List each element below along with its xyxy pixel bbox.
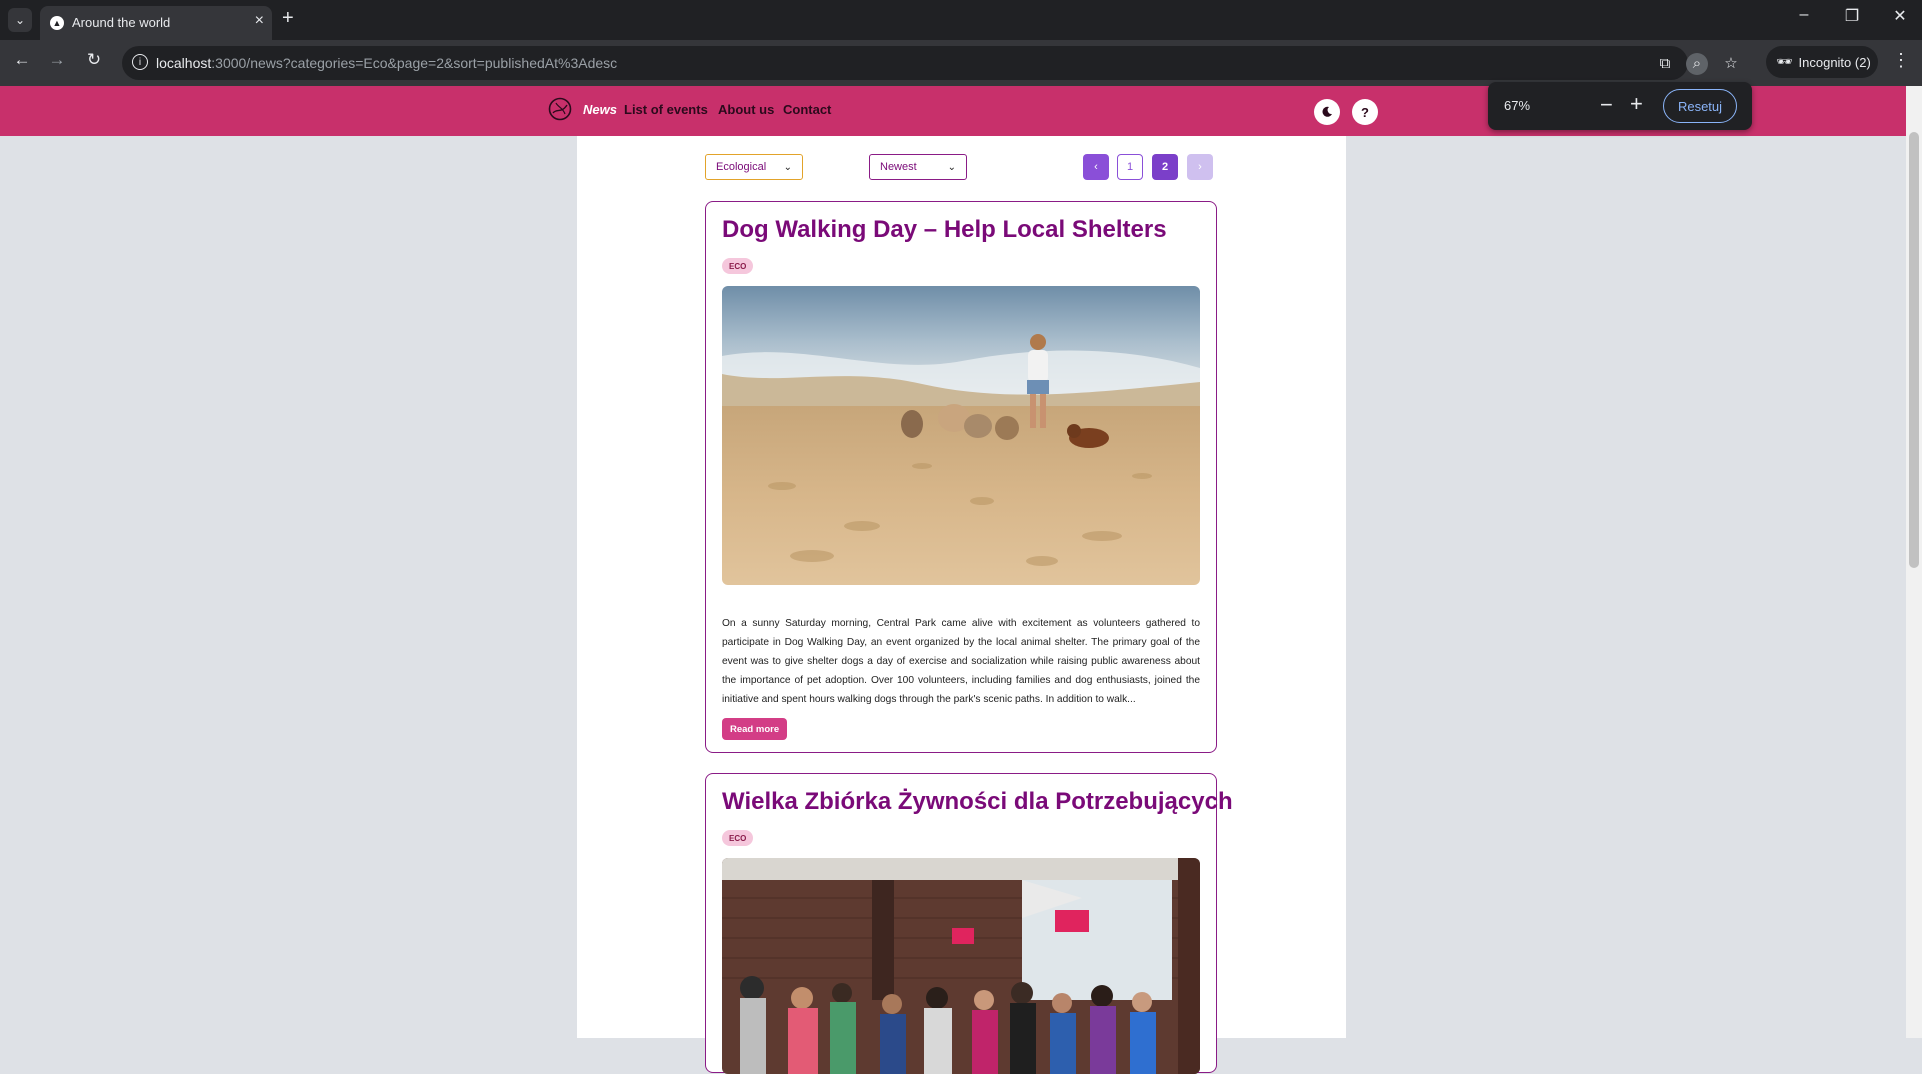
news-content-panel: Ecological ⌄ Newest ⌄ ‹ 1 2 › Dog Walkin…: [577, 136, 1346, 1074]
help-button[interactable]: ?: [1352, 99, 1378, 125]
address-bar[interactable]: i localhost:3000/news?categories=Eco&pag…: [122, 46, 1738, 80]
zoom-popup: 67% − + Resetuj: [1488, 82, 1752, 130]
new-tab-plus-icon[interactable]: +: [282, 7, 294, 30]
category-badge: ECO: [722, 258, 754, 274]
url-path: :3000/news?categories=Eco&page=2&sort=pu…: [211, 55, 618, 71]
bookmark-star-icon[interactable]: ☆: [1720, 53, 1742, 75]
category-badge: ECO: [722, 830, 754, 846]
site-favicon-icon: ▲: [50, 16, 64, 30]
restore-window-icon[interactable]: ❐: [1832, 6, 1872, 26]
back-arrow-icon[interactable]: ←: [10, 50, 34, 70]
nav-list-of-events[interactable]: List of events: [624, 102, 708, 117]
article-image-beach-dogs[interactable]: [722, 286, 1200, 585]
minimize-icon[interactable]: –: [1784, 6, 1824, 24]
globe-logo-icon[interactable]: [548, 97, 572, 121]
category-select-value: Ecological: [716, 161, 767, 173]
pagination-page-1[interactable]: 1: [1117, 154, 1143, 180]
beach-dogs-photo: [722, 286, 1200, 585]
site-info-icon[interactable]: i: [132, 54, 148, 70]
browser-tab-bar: ⌄ ▲ Around the world × + – ❐ ✕: [0, 0, 1922, 40]
forward-arrow-icon[interactable]: →: [45, 50, 69, 70]
incognito-label: Incognito (2): [1798, 54, 1871, 70]
reload-icon[interactable]: ↻: [82, 50, 106, 70]
close-window-icon[interactable]: ✕: [1880, 6, 1920, 26]
scrollbar-thumb[interactable]: [1909, 132, 1919, 568]
dark-mode-toggle[interactable]: [1314, 99, 1340, 125]
nav-contact[interactable]: Contact: [783, 102, 831, 117]
nav-news[interactable]: News: [583, 102, 617, 117]
browser-toolbar: ← → ↻ i localhost:3000/news?categories=E…: [0, 40, 1922, 86]
sort-select[interactable]: Newest ⌄: [869, 154, 967, 180]
translate-icon[interactable]: ⧉: [1654, 53, 1676, 75]
category-select[interactable]: Ecological ⌄: [705, 154, 803, 180]
article-title[interactable]: Dog Walking Day – Help Local Shelters: [722, 216, 1167, 244]
pagination-page-2-current[interactable]: 2: [1152, 154, 1178, 180]
tab-title: Around the world: [72, 15, 171, 30]
zoom-reset-button[interactable]: Resetuj: [1663, 89, 1737, 123]
pagination-prev-button[interactable]: ‹: [1083, 154, 1109, 180]
incognito-icon: 🕶: [1776, 54, 1793, 69]
pagination-next-button[interactable]: ›: [1187, 154, 1213, 180]
read-more-button[interactable]: Read more: [722, 718, 788, 740]
moon-icon: [1322, 106, 1332, 117]
close-tab-icon[interactable]: ×: [255, 12, 264, 30]
zoom-level: 67%: [1504, 98, 1531, 113]
incognito-indicator[interactable]: 🕶 Incognito (2): [1766, 46, 1878, 78]
browser-tab[interactable]: ▲ Around the world ×: [40, 6, 272, 40]
url-host: localhost: [156, 55, 212, 71]
url-text[interactable]: localhost:3000/news?categories=Eco&page=…: [156, 55, 617, 71]
tab-search-chevron-icon[interactable]: ⌄: [8, 8, 32, 32]
article-image-food-drive[interactable]: [722, 858, 1200, 1074]
chevron-down-icon: ⌄: [783, 161, 792, 173]
news-card: Dog Walking Day – Help Local Shelters EC…: [705, 201, 1217, 753]
chevron-down-icon: ⌄: [947, 161, 956, 173]
news-card: Wielka Zbiórka Żywności dla Potrzebujący…: [705, 773, 1233, 1074]
zoom-magnifier-icon[interactable]: ⌕: [1686, 53, 1708, 75]
article-title[interactable]: Wielka Zbiórka Żywności dla Potrzebujący…: [722, 788, 1233, 816]
zoom-in-button[interactable]: +: [1630, 91, 1643, 117]
nav-about-us[interactable]: About us: [718, 102, 774, 117]
food-drive-photo: [722, 858, 1200, 1074]
sort-select-value: Newest: [880, 161, 917, 173]
browser-menu-icon[interactable]: ⋮: [1892, 50, 1910, 71]
article-excerpt: On a sunny Saturday morning, Central Par…: [722, 618, 1200, 705]
zoom-out-button[interactable]: −: [1600, 92, 1613, 118]
